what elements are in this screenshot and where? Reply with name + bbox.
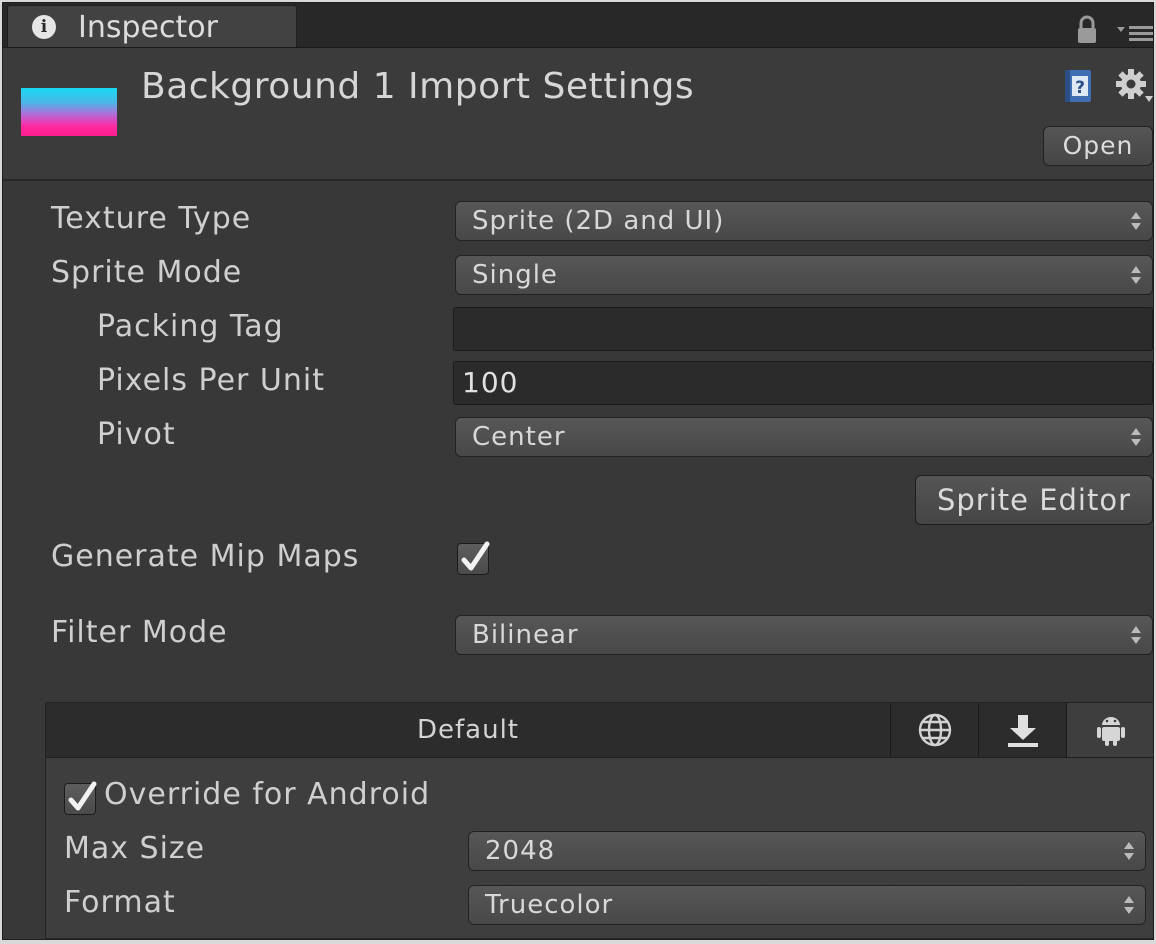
checkmark-icon xyxy=(461,541,490,571)
pivot-dropdown[interactable]: Center xyxy=(455,417,1153,457)
pixels-per-unit-input[interactable]: 100 xyxy=(453,361,1153,405)
header-title: Background 1 Import Settings xyxy=(141,66,695,107)
import-settings-header: Background 1 Import Settings ? Open xyxy=(3,48,1153,181)
svg-text:?: ? xyxy=(1075,78,1085,98)
gear-icon[interactable] xyxy=(1113,66,1153,106)
format-value: Truecolor xyxy=(485,890,614,920)
tab-bar: i Inspector xyxy=(3,3,1153,48)
max-size-dropdown[interactable]: 2048 xyxy=(468,831,1146,871)
android-icon xyxy=(1097,717,1125,746)
tab-label: Inspector xyxy=(78,10,218,45)
sprite-mode-dropdown[interactable]: Single xyxy=(455,255,1153,295)
dropdown-arrows-icon xyxy=(1131,626,1141,644)
override-android-label: Override for Android xyxy=(104,777,431,812)
filter-mode-value: Bilinear xyxy=(472,620,579,650)
sprite-editor-button[interactable]: Sprite Editor xyxy=(915,475,1153,525)
packing-tag-input[interactable] xyxy=(453,307,1153,351)
filter-mode-dropdown[interactable]: Bilinear xyxy=(455,615,1153,655)
format-dropdown[interactable]: Truecolor xyxy=(468,885,1146,925)
texture-type-dropdown[interactable]: Sprite (2D and UI) xyxy=(455,201,1153,241)
max-size-label: Max Size xyxy=(64,831,206,866)
lock-icon[interactable] xyxy=(1075,15,1099,45)
dropdown-arrows-icon xyxy=(1131,212,1141,230)
download-icon xyxy=(1008,715,1038,747)
pixels-per-unit-label: Pixels Per Unit xyxy=(97,363,325,398)
packing-tag-label: Packing Tag xyxy=(97,309,284,344)
format-label: Format xyxy=(64,885,176,920)
info-icon: i xyxy=(32,15,56,39)
texture-type-label: Texture Type xyxy=(51,201,252,236)
platform-tabs: Default xyxy=(46,703,1153,758)
help-icon[interactable]: ? xyxy=(1061,68,1097,104)
platform-settings: Default Override for Android Max Size 20… xyxy=(45,702,1153,939)
max-size-value: 2048 xyxy=(485,836,556,866)
texture-thumbnail xyxy=(21,88,117,136)
dropdown-arrows-icon xyxy=(1131,266,1141,284)
generate-mip-maps-checkbox[interactable] xyxy=(457,541,490,575)
tab-inspector[interactable]: i Inspector xyxy=(7,5,297,47)
dropdown-arrows-icon xyxy=(1124,896,1134,914)
texture-type-value: Sprite (2D and UI) xyxy=(472,206,725,236)
menu-icon[interactable] xyxy=(1115,23,1154,43)
globe-icon xyxy=(918,713,952,747)
dropdown-arrows-icon xyxy=(1124,842,1134,860)
sprite-mode-value: Single xyxy=(472,260,558,290)
dropdown-arrows-icon xyxy=(1131,428,1141,446)
open-button[interactable]: Open xyxy=(1043,126,1153,166)
tab-download[interactable] xyxy=(978,703,1066,757)
filter-mode-label: Filter Mode xyxy=(51,615,228,650)
pivot-label: Pivot xyxy=(97,417,176,452)
override-android-checkbox[interactable] xyxy=(64,781,97,815)
tab-standalone[interactable] xyxy=(890,703,978,757)
inspector-window: i Inspector Background 1 Import Settings… xyxy=(2,2,1154,940)
pivot-value: Center xyxy=(472,422,566,452)
tab-android[interactable] xyxy=(1066,703,1153,757)
checkmark-icon xyxy=(68,781,97,811)
generate-mip-maps-label: Generate Mip Maps xyxy=(51,539,360,574)
sprite-mode-label: Sprite Mode xyxy=(51,255,243,290)
tab-default[interactable]: Default xyxy=(46,703,890,757)
